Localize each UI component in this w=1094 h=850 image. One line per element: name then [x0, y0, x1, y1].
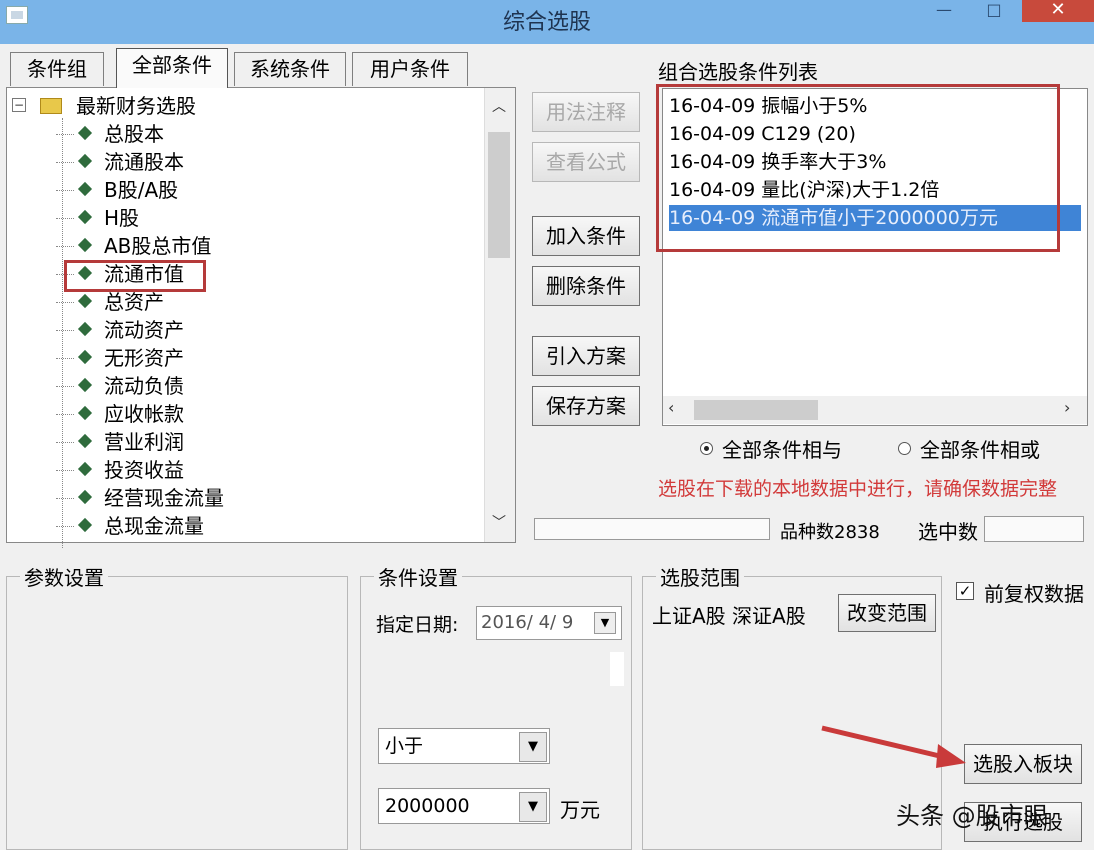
date-label: 指定日期: [376, 614, 459, 636]
threshold-value: 2000000 [385, 795, 470, 817]
tree-item[interactable]: 总资产 [0, 288, 480, 316]
tree-item[interactable]: 总股本 [0, 120, 480, 148]
tab-condition-group[interactable]: 条件组 [10, 52, 104, 86]
leaf-icon [77, 181, 93, 197]
leaf-icon [77, 125, 93, 141]
tree-item[interactable]: B股/A股 [0, 176, 480, 204]
maximize-button[interactable]: □ [976, 0, 1012, 22]
chevron-left-icon[interactable]: ‹ [668, 398, 686, 420]
red-arrow-icon [821, 725, 966, 768]
leaf-icon [77, 377, 93, 393]
tab-all-conditions[interactable]: 全部条件 [116, 48, 228, 88]
delete-condition-button[interactable]: 删除条件 [532, 266, 640, 306]
stock-range-title: 选股范围 [656, 562, 744, 591]
condition-settings-title: 条件设置 [374, 562, 462, 591]
import-plan-button[interactable]: 引入方案 [532, 336, 640, 376]
add-condition-button[interactable]: 加入条件 [532, 216, 640, 256]
tree-scroll-thumb[interactable] [488, 132, 510, 258]
tree-root-label[interactable]: 最新财务选股 [76, 92, 196, 120]
adjust-checkbox[interactable]: ✓ [956, 582, 974, 600]
tree-item[interactable]: 无形资产 [0, 344, 480, 372]
tree-item[interactable]: 流动负债 [0, 372, 480, 400]
species-count: 品种数2838 [780, 522, 880, 543]
tree-item[interactable]: 经营现金流量 [0, 484, 480, 512]
tree-item[interactable]: H股 [0, 204, 480, 232]
tree-item[interactable]: 流动资产 [0, 316, 480, 344]
tab-system-conditions[interactable]: 系统条件 [234, 52, 346, 86]
chevron-down-icon[interactable]: ▼ [519, 732, 547, 762]
selected-count-label: 选中数 [918, 520, 978, 544]
chevron-up-icon[interactable]: ︿ [486, 96, 512, 116]
leaf-icon [77, 461, 93, 477]
change-range-button[interactable]: 改变范围 [838, 594, 936, 632]
chevron-down-icon[interactable]: ▼ [519, 792, 547, 822]
leaf-icon [77, 209, 93, 225]
usage-notes-button[interactable]: 用法注释 [532, 92, 640, 132]
param-settings-group [6, 576, 348, 850]
operator-select[interactable]: 小于 ▼ [378, 728, 550, 764]
leaf-icon [77, 237, 93, 253]
radio-and-label[interactable]: 全部条件相与 [722, 434, 842, 463]
stock-range-value: 上证A股 深证A股 [652, 604, 806, 628]
tab-user-conditions[interactable]: 用户条件 [352, 52, 468, 86]
tree-item[interactable]: AB股总市值 [0, 232, 480, 260]
leaf-icon [77, 153, 93, 169]
leaf-icon [77, 433, 93, 449]
save-plan-button[interactable]: 保存方案 [532, 386, 640, 426]
list-highlight-box [656, 84, 1060, 252]
operator-value: 小于 [385, 735, 424, 757]
minimize-button[interactable]: — [926, 0, 962, 22]
adjust-checkbox-label[interactable]: 前复权数据 [984, 578, 1084, 607]
tree-item[interactable]: 应收帐款 [0, 400, 480, 428]
tree-item[interactable]: 投资收益 [0, 456, 480, 484]
param-settings-title: 参数设置 [20, 562, 108, 591]
date-spinner[interactable] [610, 652, 624, 686]
chevron-down-icon[interactable]: ▼ [594, 612, 616, 634]
view-formula-button[interactable]: 查看公式 [532, 142, 640, 182]
close-button[interactable]: ✕ [1022, 0, 1094, 22]
tree-item[interactable]: 流通股本 [0, 148, 480, 176]
chevron-right-icon[interactable]: › [1064, 398, 1082, 420]
collapse-icon[interactable]: − [12, 98, 26, 112]
leaf-icon [77, 321, 93, 337]
selected-count-field [984, 516, 1084, 542]
leaf-icon [77, 517, 93, 533]
select-into-block-button[interactable]: 选股入板块 [964, 744, 1082, 784]
folder-icon [40, 98, 62, 114]
leaf-icon [77, 349, 93, 365]
unit-label: 万元 [560, 798, 600, 822]
progress-bar [534, 518, 770, 540]
chevron-down-icon[interactable]: ﹀ [486, 512, 512, 532]
watermark: 头条 @股市眼 [896, 802, 1048, 830]
radio-or[interactable] [898, 442, 911, 455]
tree-highlight-box [64, 260, 206, 292]
condition-list-title: 组合选股条件列表 [658, 60, 818, 84]
list-hscroll-thumb[interactable] [694, 400, 818, 420]
value-select[interactable]: 2000000 ▼ [378, 788, 550, 824]
tree-item[interactable]: 总现金流量 [0, 512, 480, 540]
radio-or-label[interactable]: 全部条件相或 [920, 434, 1040, 463]
data-warning-note: 选股在下载的本地数据中进行，请确保数据完整 [658, 478, 1058, 500]
leaf-icon [77, 405, 93, 421]
tree-item[interactable]: 营业利润 [0, 428, 480, 456]
leaf-icon [77, 293, 93, 309]
radio-and[interactable] [700, 442, 713, 455]
leaf-icon [77, 489, 93, 505]
